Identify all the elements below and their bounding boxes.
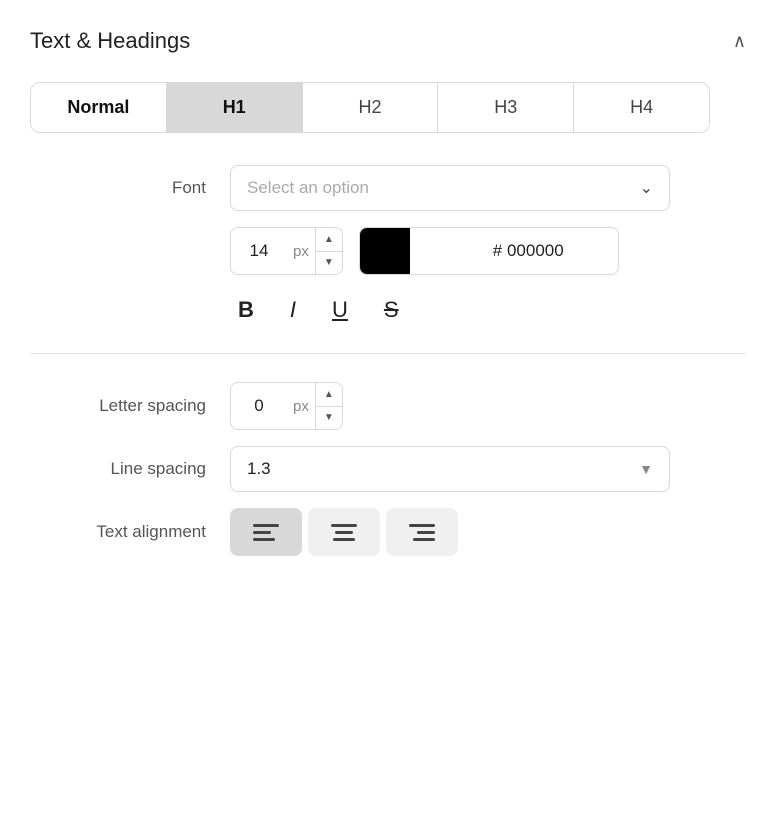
letter-spacing-decrement[interactable]: ▼ bbox=[316, 407, 342, 430]
format-buttons-row: B I U S bbox=[230, 291, 746, 329]
letter-spacing-increment[interactable]: ▲ bbox=[316, 383, 342, 407]
font-select-placeholder: Select an option bbox=[247, 178, 369, 198]
align-right-icon bbox=[409, 522, 435, 542]
text-headings-panel: Text & Headings ∧ Normal H1 H2 H3 H4 Fon… bbox=[0, 0, 776, 612]
font-size-increment[interactable]: ▲ bbox=[316, 228, 342, 252]
line-spacing-select[interactable]: 1.3 ▼ bbox=[230, 446, 670, 492]
font-select-dropdown[interactable]: Select an option ⌄ bbox=[230, 165, 670, 211]
text-alignment-label: Text alignment bbox=[30, 522, 230, 542]
tab-normal[interactable]: Normal bbox=[31, 83, 167, 132]
align-left-icon bbox=[253, 522, 279, 542]
tab-h2[interactable]: H2 bbox=[303, 83, 439, 132]
letter-spacing-unit: px bbox=[287, 398, 315, 415]
underline-button[interactable]: U bbox=[324, 291, 356, 329]
line-spacing-chevron-icon: ▼ bbox=[639, 461, 653, 477]
font-label: Font bbox=[30, 178, 230, 198]
letter-spacing-input-group: px ▲ ▼ bbox=[230, 382, 343, 430]
letter-spacing-row: Letter spacing px ▲ ▼ bbox=[30, 382, 746, 430]
text-alignment-row: Text alignment bbox=[30, 508, 746, 556]
panel-header: Text & Headings ∧ bbox=[30, 28, 746, 54]
collapse-icon[interactable]: ∧ bbox=[733, 31, 746, 52]
color-picker-group[interactable] bbox=[359, 227, 619, 275]
letter-spacing-value[interactable] bbox=[231, 396, 287, 416]
letter-spacing-label: Letter spacing bbox=[30, 396, 230, 416]
section-divider bbox=[30, 353, 746, 354]
tab-h3[interactable]: H3 bbox=[438, 83, 574, 132]
font-size-unit: px bbox=[287, 243, 315, 260]
color-hex-input[interactable] bbox=[410, 241, 619, 261]
font-chevron-icon: ⌄ bbox=[640, 178, 653, 198]
letter-spacing-spinners: ▲ ▼ bbox=[315, 383, 342, 429]
tab-h1[interactable]: H1 bbox=[167, 83, 303, 132]
font-size-value[interactable] bbox=[231, 241, 287, 261]
line-spacing-value: 1.3 bbox=[247, 459, 271, 479]
color-swatch[interactable] bbox=[360, 228, 410, 274]
spacing-section: Letter spacing px ▲ ▼ Line spacing 1.3 ▼… bbox=[30, 382, 746, 556]
align-center-icon bbox=[331, 522, 357, 542]
line-spacing-row: Line spacing 1.3 ▼ bbox=[30, 446, 746, 492]
tab-h4[interactable]: H4 bbox=[574, 83, 709, 132]
font-size-spinners: ▲ ▼ bbox=[315, 228, 342, 274]
font-size-input-group: px ▲ ▼ bbox=[230, 227, 343, 275]
text-alignment-group bbox=[230, 508, 458, 556]
italic-button[interactable]: I bbox=[282, 291, 304, 329]
bold-button[interactable]: B bbox=[230, 291, 262, 329]
tabs-row: Normal H1 H2 H3 H4 bbox=[30, 82, 710, 133]
strikethrough-button[interactable]: S bbox=[376, 291, 407, 329]
size-color-row: px ▲ ▼ bbox=[230, 227, 746, 275]
align-right-button[interactable] bbox=[386, 508, 458, 556]
line-spacing-label: Line spacing bbox=[30, 459, 230, 479]
font-size-decrement[interactable]: ▼ bbox=[316, 252, 342, 275]
align-left-button[interactable] bbox=[230, 508, 302, 556]
align-center-button[interactable] bbox=[308, 508, 380, 556]
panel-title: Text & Headings bbox=[30, 28, 190, 54]
font-row: Font Select an option ⌄ bbox=[30, 165, 746, 211]
font-section: Font Select an option ⌄ px ▲ ▼ bbox=[30, 165, 746, 329]
